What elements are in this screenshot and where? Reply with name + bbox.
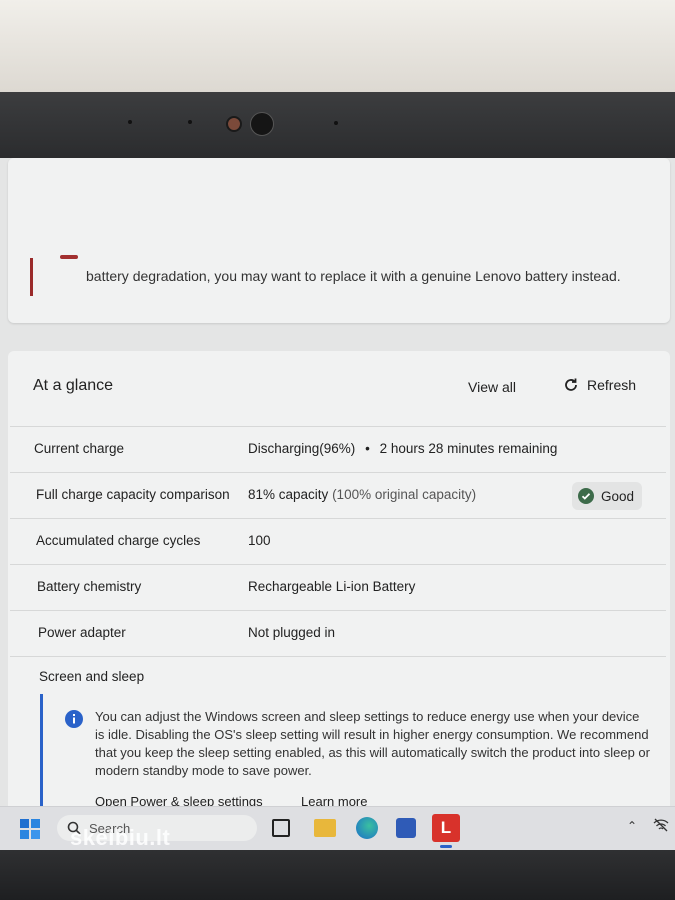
refresh-icon bbox=[565, 378, 577, 391]
separator-dot: • bbox=[365, 441, 370, 456]
capacity-value: 81% capacity bbox=[248, 487, 329, 502]
charge-status: Discharging(96%) bbox=[248, 441, 356, 456]
lenovo-vantage-app[interactable]: L bbox=[432, 814, 460, 842]
row-divider bbox=[10, 656, 666, 657]
row-label: Power adapter bbox=[38, 625, 126, 640]
vantage-window: battery degradation, you may want to rep… bbox=[0, 158, 675, 806]
screen-sleep-title: Screen and sleep bbox=[39, 669, 145, 684]
sensor-dot bbox=[128, 120, 132, 124]
row-label: Full charge capacity comparison bbox=[36, 487, 230, 502]
at-a-glance-panel: At a glance View all Refresh Current cha… bbox=[8, 351, 670, 806]
warning-text: battery degradation, you may want to rep… bbox=[86, 268, 621, 284]
laptop-bezel bbox=[0, 92, 675, 162]
active-app-indicator bbox=[440, 845, 452, 848]
network-off-icon[interactable] bbox=[653, 817, 669, 833]
battery-warning-card: battery degradation, you may want to rep… bbox=[8, 158, 670, 323]
watermark: skelbiu.lt bbox=[70, 825, 171, 850]
windows-icon bbox=[20, 819, 40, 839]
row-value: Not plugged in bbox=[248, 625, 336, 640]
refresh-button[interactable]: Refresh bbox=[563, 377, 636, 393]
app-badge-letter: L bbox=[440, 818, 452, 837]
chevron-up-icon[interactable]: ⌃ bbox=[627, 819, 637, 833]
refresh-label: Refresh bbox=[587, 377, 637, 393]
file-explorer-icon[interactable] bbox=[314, 819, 336, 837]
row-value: Discharging(96%) • 2 hours 28 minutes re… bbox=[248, 441, 557, 456]
store-icon[interactable] bbox=[396, 818, 416, 838]
row-label: Current charge bbox=[34, 441, 125, 456]
sensor-dot bbox=[188, 120, 192, 124]
status-badge: Good bbox=[572, 482, 642, 510]
status-label: Good bbox=[601, 488, 635, 504]
row-power-adapter: Power adapter Not plugged in bbox=[10, 610, 666, 657]
warning-accent-bar bbox=[30, 258, 33, 296]
info-text: You can adjust the Windows screen and sl… bbox=[95, 709, 650, 778]
row-label: Battery chemistry bbox=[37, 579, 142, 594]
row-value: Rechargeable Li-ion Battery bbox=[248, 579, 416, 594]
open-power-settings-link[interactable]: Open Power & sleep settings bbox=[95, 794, 263, 806]
learn-more-link[interactable]: Learn more bbox=[301, 794, 367, 806]
row-current-charge: Current charge Discharging(96%) • 2 hour… bbox=[10, 426, 666, 473]
webcam-icon bbox=[250, 112, 274, 136]
edge-browser-icon[interactable] bbox=[356, 817, 378, 839]
task-view-icon[interactable] bbox=[272, 819, 290, 837]
warning-icon bbox=[60, 255, 78, 259]
original-capacity: (100% original capacity) bbox=[332, 487, 477, 502]
row-label: Accumulated charge cycles bbox=[36, 533, 201, 548]
row-battery-chemistry: Battery chemistry Rechargeable Li-ion Ba… bbox=[10, 564, 666, 611]
sensor-dot bbox=[334, 121, 338, 125]
row-capacity-comparison: Full charge capacity comparison 81% capa… bbox=[10, 472, 666, 519]
panel-title: At a glance bbox=[33, 377, 114, 394]
row-value: 81% capacity (100% original capacity) bbox=[248, 487, 476, 502]
screen-sleep-info: You can adjust the Windows screen and sl… bbox=[40, 694, 655, 806]
row-charge-cycles: Accumulated charge cycles 100 bbox=[10, 518, 666, 565]
laptop-base bbox=[0, 850, 675, 900]
view-all-link[interactable]: View all bbox=[468, 379, 516, 395]
info-icon bbox=[65, 710, 83, 728]
row-value: 100 bbox=[248, 533, 271, 548]
wall-background bbox=[0, 0, 675, 95]
time-remaining: 2 hours 28 minutes remaining bbox=[379, 441, 558, 456]
taskbar: Search skelbiu.lt L ⌃ bbox=[0, 806, 675, 851]
webcam-led-icon bbox=[226, 116, 242, 132]
start-button[interactable] bbox=[20, 819, 40, 839]
check-circle-icon bbox=[578, 488, 594, 504]
